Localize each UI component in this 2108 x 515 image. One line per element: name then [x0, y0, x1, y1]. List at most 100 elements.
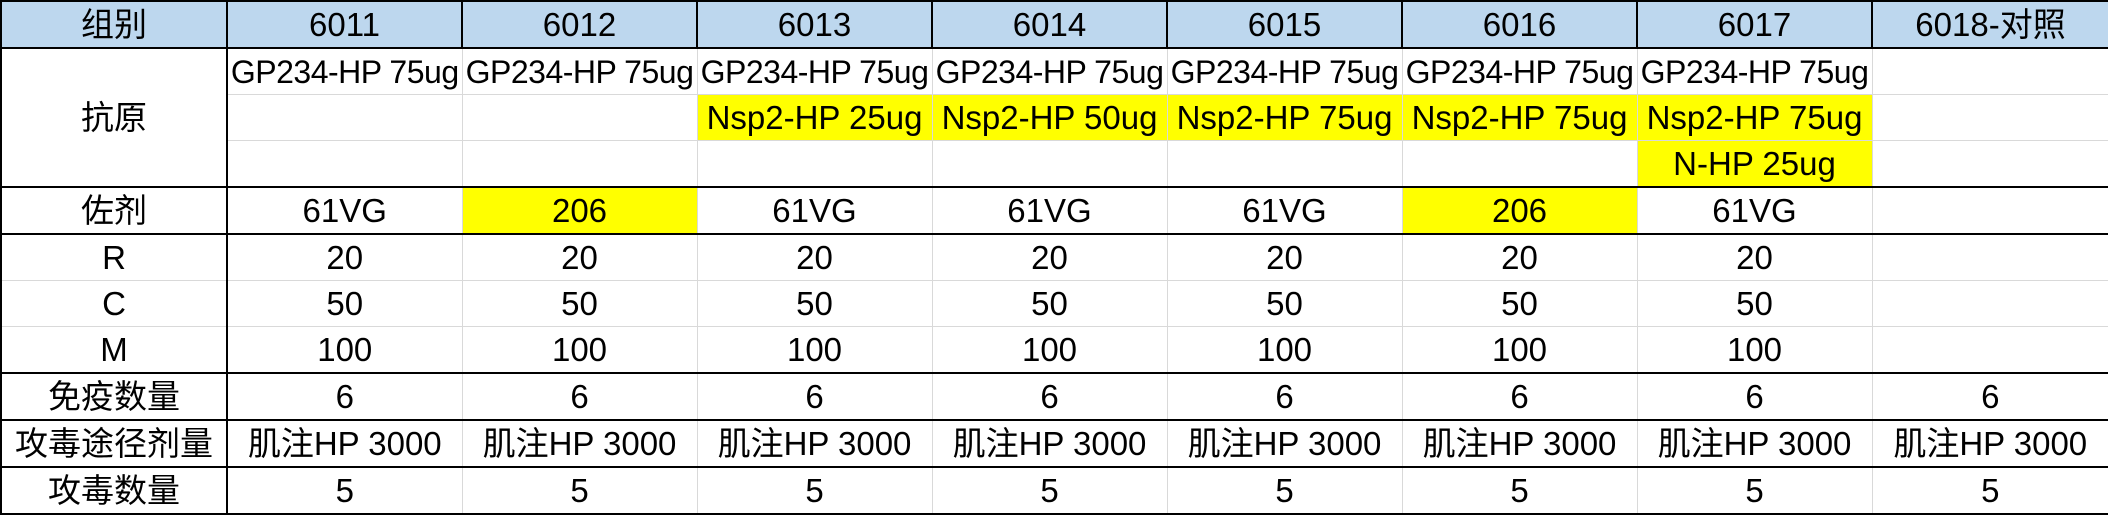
- challenge-count-cell[interactable]: 5: [226, 466, 463, 515]
- r-cell[interactable]: 20: [461, 233, 698, 281]
- challenge-route-dose-cell[interactable]: 肌注HP 3000: [461, 419, 698, 468]
- c-cell[interactable]: 50: [931, 280, 1168, 327]
- antigen-cell[interactable]: GP234-HP 75ug: [696, 47, 933, 95]
- antigen-cell[interactable]: GP234-HP 75ug: [226, 47, 463, 95]
- challenge-route-dose-cell[interactable]: 肌注HP 3000: [1401, 419, 1638, 468]
- antigen-cell[interactable]: [226, 94, 463, 141]
- r-cell[interactable]: 20: [931, 233, 1168, 281]
- challenge-count-cell[interactable]: 5: [1871, 466, 2108, 515]
- antigen-cell[interactable]: GP234-HP 75ug: [461, 47, 698, 95]
- m-label[interactable]: M: [0, 326, 228, 374]
- adjuvant-cell[interactable]: 61VG: [1166, 186, 1403, 235]
- header-label[interactable]: 组别: [0, 0, 228, 49]
- r-cell[interactable]: 20: [1166, 233, 1403, 281]
- antigen-cell-highlighted[interactable]: Nsp2-HP 75ug: [1636, 94, 1873, 141]
- antigen-cell-highlighted[interactable]: N-HP 25ug: [1636, 140, 1873, 188]
- challenge-route-dose-cell[interactable]: 肌注HP 3000: [696, 419, 933, 468]
- antigen-cell-highlighted[interactable]: Nsp2-HP 50ug: [931, 94, 1168, 141]
- antigen-cell[interactable]: [461, 94, 698, 141]
- antigen-cell[interactable]: GP234-HP 75ug: [1401, 47, 1638, 95]
- group-6015[interactable]: 6015: [1166, 0, 1403, 49]
- group-6011[interactable]: 6011: [226, 0, 463, 49]
- antigen-cell[interactable]: [1871, 94, 2108, 141]
- adjuvant-cell[interactable]: 61VG: [931, 186, 1168, 235]
- m-cell[interactable]: 100: [1636, 326, 1873, 374]
- m-cell[interactable]: 100: [696, 326, 933, 374]
- antigen-cell[interactable]: GP234-HP 75ug: [931, 47, 1168, 95]
- antigen-cell[interactable]: GP234-HP 75ug: [1636, 47, 1873, 95]
- r-cell[interactable]: 20: [1401, 233, 1638, 281]
- experiment-table: 组别 6011 6012 6013 6014 6015 6016 6017 60…: [0, 0, 2108, 515]
- antigen-cell[interactable]: [1871, 140, 2108, 188]
- c-cell[interactable]: 50: [1166, 280, 1403, 327]
- r-cell[interactable]: [1871, 233, 2108, 281]
- immune-count-cell[interactable]: 6: [1636, 372, 1873, 421]
- immune-count-cell[interactable]: 6: [696, 372, 933, 421]
- challenge-count-cell[interactable]: 5: [1636, 466, 1873, 515]
- antigen-cell[interactable]: [931, 140, 1168, 188]
- antigen-cell[interactable]: [226, 140, 463, 188]
- antigen-cell[interactable]: [461, 140, 698, 188]
- challenge-route-dose-cell[interactable]: 肌注HP 3000: [931, 419, 1168, 468]
- antigen-row-1: 抗原 GP234-HP 75ug GP234-HP 75ug GP234-HP …: [0, 47, 2108, 188]
- group-6017[interactable]: 6017: [1636, 0, 1873, 49]
- r-label[interactable]: R: [0, 233, 228, 281]
- immune-count-cell[interactable]: 6: [1166, 372, 1403, 421]
- r-cell[interactable]: 20: [226, 233, 463, 281]
- antigen-cell-highlighted[interactable]: Nsp2-HP 25ug: [696, 94, 933, 141]
- antigen-cell-highlighted[interactable]: Nsp2-HP 75ug: [1401, 94, 1638, 141]
- immune-count-cell[interactable]: 6: [461, 372, 698, 421]
- adjuvant-cell-highlighted[interactable]: 206: [1401, 186, 1638, 235]
- antigen-cell[interactable]: [1871, 47, 2108, 95]
- challenge-count-cell[interactable]: 5: [461, 466, 698, 515]
- immune-count-cell[interactable]: 6: [931, 372, 1168, 421]
- challenge-route-dose-cell[interactable]: 肌注HP 3000: [1166, 419, 1403, 468]
- m-cell[interactable]: [1871, 326, 2108, 374]
- adjuvant-label[interactable]: 佐剂: [0, 186, 228, 235]
- group-6014[interactable]: 6014: [931, 0, 1168, 49]
- m-cell[interactable]: 100: [1401, 326, 1638, 374]
- antigen-cell[interactable]: [1166, 140, 1403, 188]
- m-cell[interactable]: 100: [1166, 326, 1403, 374]
- adjuvant-cell[interactable]: 61VG: [696, 186, 933, 235]
- challenge-route-dose-cell[interactable]: 肌注HP 3000: [226, 419, 463, 468]
- c-cell[interactable]: 50: [1636, 280, 1873, 327]
- challenge-route-dose-label[interactable]: 攻毒途径剂量: [0, 419, 228, 468]
- c-row: C 50 50 50 50 50 50 50: [0, 280, 2108, 327]
- immune-count-cell[interactable]: 6: [1401, 372, 1638, 421]
- challenge-count-label[interactable]: 攻毒数量: [0, 466, 228, 515]
- challenge-count-cell[interactable]: 5: [1166, 466, 1403, 515]
- challenge-route-dose-cell[interactable]: 肌注HP 3000: [1871, 419, 2108, 468]
- antigen-label[interactable]: 抗原: [0, 47, 228, 188]
- immune-count-label[interactable]: 免疫数量: [0, 372, 228, 421]
- group-6012[interactable]: 6012: [461, 0, 698, 49]
- m-cell[interactable]: 100: [931, 326, 1168, 374]
- c-cell[interactable]: [1871, 280, 2108, 327]
- c-cell[interactable]: 50: [226, 280, 463, 327]
- m-cell[interactable]: 100: [226, 326, 463, 374]
- immune-count-cell[interactable]: 6: [226, 372, 463, 421]
- immune-count-cell[interactable]: 6: [1871, 372, 2108, 421]
- group-6016[interactable]: 6016: [1401, 0, 1638, 49]
- antigen-cell-highlighted[interactable]: Nsp2-HP 75ug: [1166, 94, 1403, 141]
- antigen-cell[interactable]: [1401, 140, 1638, 188]
- challenge-count-cell[interactable]: 5: [696, 466, 933, 515]
- group-6018-control[interactable]: 6018-对照: [1871, 0, 2108, 49]
- c-cell[interactable]: 50: [461, 280, 698, 327]
- c-cell[interactable]: 50: [696, 280, 933, 327]
- adjuvant-cell-highlighted[interactable]: 206: [461, 186, 698, 235]
- group-6013[interactable]: 6013: [696, 0, 933, 49]
- c-label[interactable]: C: [0, 280, 228, 327]
- r-cell[interactable]: 20: [1636, 233, 1873, 281]
- adjuvant-cell[interactable]: [1871, 186, 2108, 235]
- adjuvant-cell[interactable]: 61VG: [226, 186, 463, 235]
- c-cell[interactable]: 50: [1401, 280, 1638, 327]
- r-cell[interactable]: 20: [696, 233, 933, 281]
- adjuvant-cell[interactable]: 61VG: [1636, 186, 1873, 235]
- antigen-cell[interactable]: GP234-HP 75ug: [1166, 47, 1403, 95]
- antigen-cell[interactable]: [696, 140, 933, 188]
- challenge-count-cell[interactable]: 5: [931, 466, 1168, 515]
- challenge-count-cell[interactable]: 5: [1401, 466, 1638, 515]
- m-cell[interactable]: 100: [461, 326, 698, 374]
- challenge-route-dose-cell[interactable]: 肌注HP 3000: [1636, 419, 1873, 468]
